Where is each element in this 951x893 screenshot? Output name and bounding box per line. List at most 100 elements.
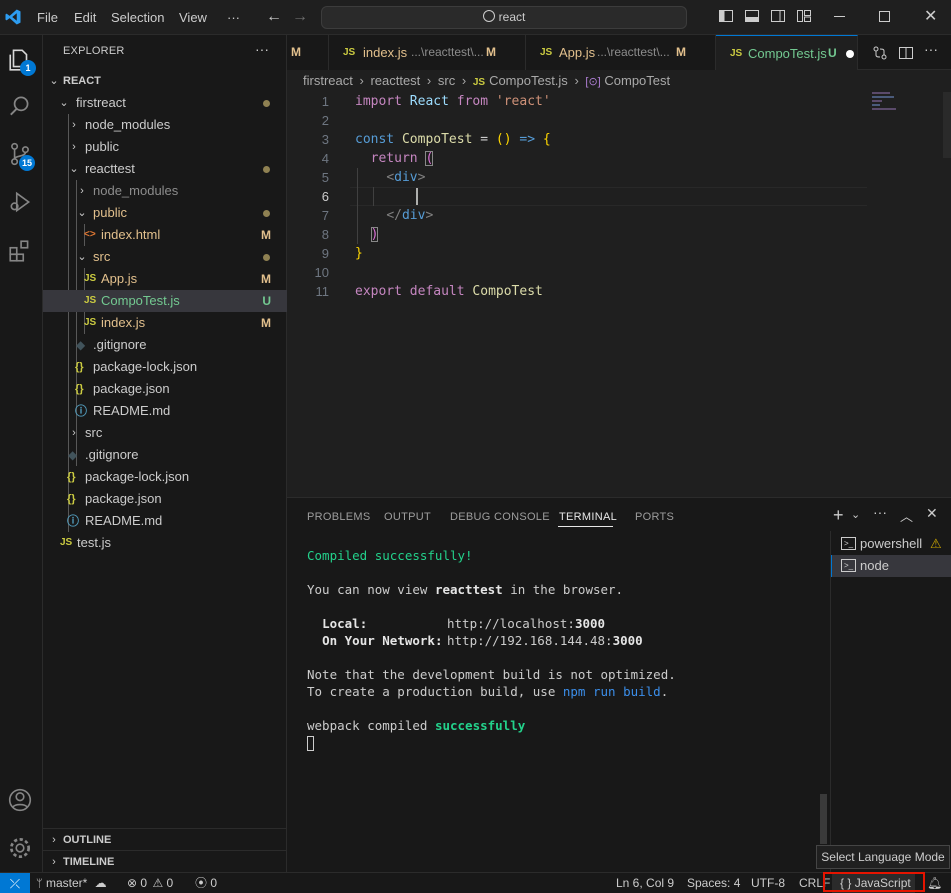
file-gitignore-firstreact[interactable]: ◆ .gitignore xyxy=(43,444,287,466)
maximize-icon[interactable] xyxy=(879,11,890,22)
file-package-lock-firstreact[interactable]: {} package-lock.json xyxy=(43,466,287,488)
breadcrumb-item[interactable]: CompoTest.js xyxy=(489,73,568,88)
workspace-root[interactable]: ⌄ REACT xyxy=(43,70,287,92)
file-readme-firstreact[interactable]: ⓘ README.md xyxy=(43,510,287,532)
remote-indicator-icon[interactable]: ⤫ xyxy=(0,873,30,893)
git-status-badge: M xyxy=(261,228,271,242)
command-center-search[interactable]: react xyxy=(321,6,687,29)
toggle-secondary-sidebar-icon[interactable] xyxy=(770,8,786,24)
tab-overflow[interactable]: M xyxy=(287,35,329,70)
terminal-list-item-node[interactable]: >_ node xyxy=(831,555,951,577)
folder-firstreact[interactable]: ⌄ firstreact xyxy=(43,92,287,114)
branch-indicator[interactable]: ᛘ master* ☁ xyxy=(36,873,107,893)
menu-file[interactable]: File xyxy=(37,0,58,35)
divider xyxy=(830,531,831,873)
file-gitignore-reacttest[interactable]: ◆ .gitignore xyxy=(43,334,287,356)
encoding[interactable]: UTF-8 xyxy=(751,873,785,893)
problems-indicator[interactable]: ⊗ 0 ⚠ 0 xyxy=(127,873,173,893)
tree-label: App.js xyxy=(101,271,138,286)
maximize-panel-icon[interactable]: ︿ xyxy=(900,506,913,525)
menu-edit[interactable]: Edit xyxy=(74,0,96,35)
chevron-down-icon[interactable]: ⌄ xyxy=(851,508,860,521)
js-file-icon: JS xyxy=(730,48,743,59)
customize-layout-icon[interactable] xyxy=(796,8,812,24)
tab-index-js[interactable]: JS index.js ...\reacttest\... M xyxy=(329,35,526,70)
breadcrumb-item[interactable]: CompoTest xyxy=(604,73,670,88)
terminal-url[interactable]: http://192.168.144.48:3000 xyxy=(447,632,643,649)
unsaved-dot-icon[interactable] xyxy=(846,50,854,58)
file-package-lock-reacttest[interactable]: {} package-lock.json xyxy=(43,356,287,378)
tab-problems[interactable]: PROBLEMS xyxy=(307,511,371,523)
file-package-json-firstreact[interactable]: {} package.json xyxy=(43,488,287,510)
breadcrumb-item[interactable]: firstreact xyxy=(303,73,353,88)
chevron-down-icon: ⌄ xyxy=(77,207,87,219)
js-file-icon: JS xyxy=(472,77,486,88)
explorer-more-button[interactable]: ··· xyxy=(255,41,269,57)
tab-terminal[interactable]: TERMINAL xyxy=(559,511,617,523)
file-package-json-reacttest[interactable]: {} package.json xyxy=(43,378,287,400)
chevron-down-icon: ⌄ xyxy=(77,251,87,263)
info-file-icon: ⓘ xyxy=(67,514,80,528)
folder-public[interactable]: › public xyxy=(43,136,287,158)
toggle-panel-icon[interactable] xyxy=(744,8,760,24)
extensions-icon[interactable] xyxy=(7,238,33,264)
tab-compotest-js[interactable]: JS CompoTest.js U xyxy=(716,35,858,70)
settings-gear-icon[interactable] xyxy=(7,835,33,861)
terminal-line: Local: xyxy=(322,616,368,631)
breadcrumb-item[interactable]: reacttest xyxy=(370,73,420,88)
file-test-js[interactable]: JS test.js xyxy=(43,532,287,554)
info-file-icon: ⓘ xyxy=(75,404,88,418)
panel-more-button[interactable]: ··· xyxy=(873,504,887,520)
tab-debug-console[interactable]: DEBUG CONSOLE xyxy=(450,511,550,523)
search-icon[interactable] xyxy=(7,93,33,119)
indent-guide xyxy=(373,187,374,206)
minimap[interactable] xyxy=(872,92,902,114)
file-compotest-js[interactable]: JS CompoTest.js U xyxy=(43,290,287,312)
outline-section[interactable]: › OUTLINE xyxy=(43,829,287,851)
folder-src[interactable]: ⌄ src xyxy=(43,246,287,268)
file-index-js[interactable]: JS index.js M xyxy=(43,312,287,334)
menu-more[interactable]: ··· xyxy=(227,0,240,35)
menu-view[interactable]: View xyxy=(179,0,207,35)
forward-arrow-icon[interactable]: → xyxy=(292,8,308,26)
chevron-right-icon: › xyxy=(52,856,56,868)
run-debug-icon[interactable] xyxy=(7,189,33,215)
cursor-position[interactable]: Ln 6, Col 9 xyxy=(616,873,674,893)
terminal-url[interactable]: http://localhost:3000 xyxy=(447,615,605,632)
js-file-icon: JS xyxy=(60,537,73,548)
new-terminal-icon[interactable]: + xyxy=(833,505,844,526)
file-app-js[interactable]: JS App.js M xyxy=(43,268,287,290)
tab-output[interactable]: OUTPUT xyxy=(384,511,431,523)
account-icon[interactable] xyxy=(7,787,33,813)
back-arrow-icon[interactable]: ← xyxy=(266,8,282,26)
tab-app-js[interactable]: JS App.js ...\reacttest\... M xyxy=(526,35,716,70)
folder-node-modules-reacttest[interactable]: › node_modules xyxy=(43,180,287,202)
editor-scrollbar[interactable] xyxy=(943,92,951,158)
minimize-icon[interactable] xyxy=(834,16,845,17)
terminal-scrollbar[interactable] xyxy=(820,794,827,844)
folder-public-reacttest[interactable]: ⌄ public xyxy=(43,202,287,224)
file-readme-reacttest[interactable]: ⓘ README.md xyxy=(43,400,287,422)
editor-more-button[interactable]: ··· xyxy=(924,41,938,57)
activity-bar: 1 15 xyxy=(0,35,43,872)
notifications-bell-icon[interactable]: 🔔︎ xyxy=(927,873,942,893)
close-icon[interactable]: ✕ xyxy=(924,6,937,26)
tab-label: CompoTest.js xyxy=(748,46,827,61)
timeline-section[interactable]: › TIMELINE xyxy=(43,851,287,873)
terminal-icon: >_ xyxy=(841,537,856,550)
indentation[interactable]: Spaces: 4 xyxy=(687,873,740,893)
terminal-list-item-powershell[interactable]: >_ powershell ⚠ xyxy=(831,533,951,555)
tab-ports[interactable]: PORTS xyxy=(635,511,674,523)
folder-src-firstreact[interactable]: › src xyxy=(43,422,287,444)
file-index-html[interactable]: <> index.html M xyxy=(43,224,287,246)
open-changes-icon[interactable] xyxy=(872,45,888,61)
modified-dot xyxy=(263,100,270,107)
menu-selection[interactable]: Selection xyxy=(111,0,164,35)
toggle-sidebar-icon[interactable] xyxy=(718,8,734,24)
ports-indicator[interactable]: ⦿ 0 xyxy=(195,873,217,893)
folder-reacttest[interactable]: ⌄ reacttest xyxy=(43,158,287,180)
split-editor-icon[interactable] xyxy=(898,45,914,61)
close-panel-icon[interactable]: ✕ xyxy=(926,505,938,522)
folder-node-modules[interactable]: › node_modules xyxy=(43,114,287,136)
breadcrumb-item[interactable]: src xyxy=(438,73,455,88)
